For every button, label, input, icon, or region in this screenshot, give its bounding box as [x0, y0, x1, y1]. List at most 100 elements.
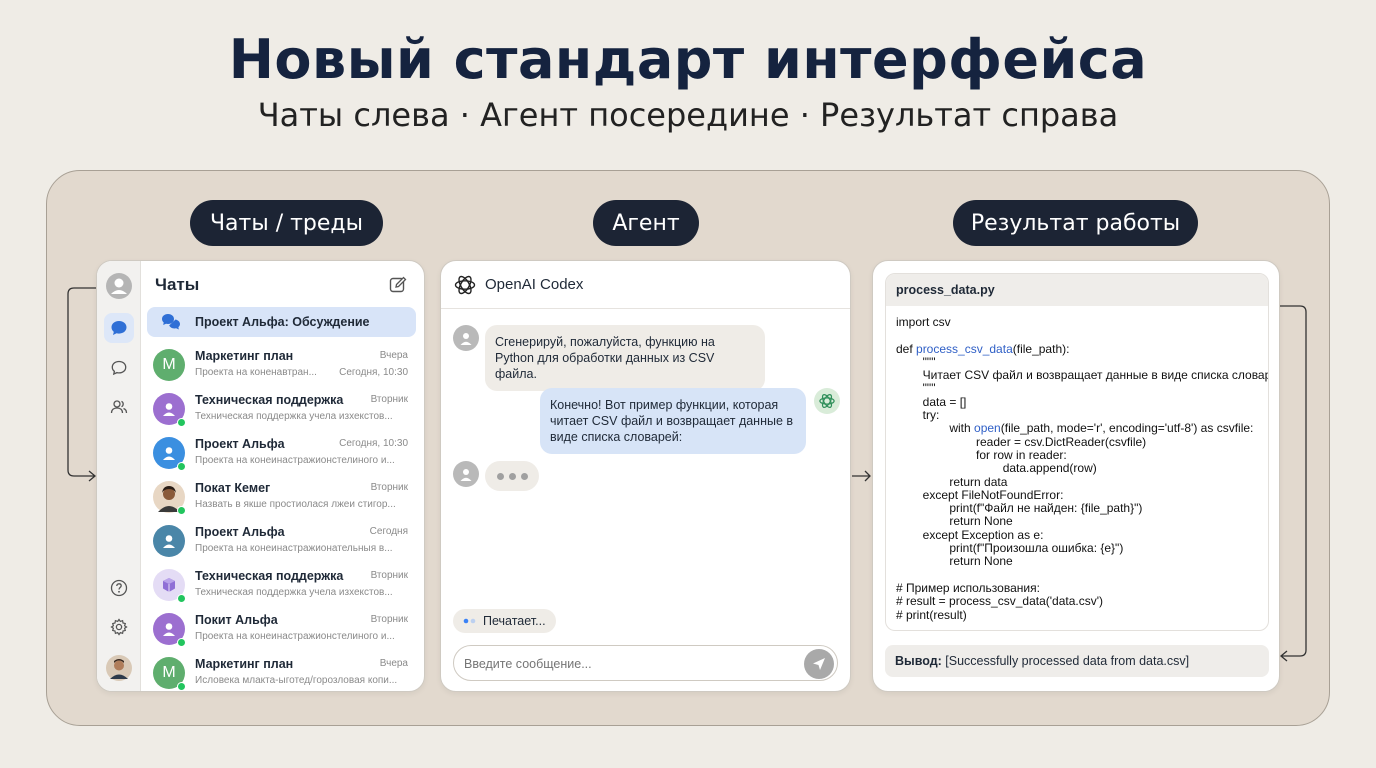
chat-item[interactable]: Покат Кемег Вторник Назвать в якше прост… — [147, 475, 416, 519]
code-line: data.append(row) — [896, 462, 1258, 475]
chat-time: Вторник — [370, 570, 408, 581]
send-button[interactable] — [804, 649, 834, 679]
code-line: except Exception as e: — [896, 527, 1258, 542]
chat-item-label: Проект Альфа: Обсуждение — [195, 315, 370, 329]
chat-item-selected[interactable]: Проект Альфа: Обсуждение — [147, 307, 416, 337]
typing-indicator — [485, 461, 539, 491]
chat-preview: Техническая поддержка учела изхекстов... — [195, 411, 393, 422]
left-loop-arrow — [67, 287, 97, 482]
code-text: try: — [896, 408, 940, 423]
output-label: Вывод: — [895, 654, 942, 668]
code-line: print(f"Произошла ошибка: {e}") — [896, 541, 1258, 556]
chats-title: Чаты — [155, 275, 200, 294]
chat-time: Сегодня — [369, 526, 408, 537]
chats-section-label: Чаты / треды — [190, 200, 383, 246]
chat-name: Техническая поддержка — [195, 569, 344, 583]
code-text: # Пример использования: — [896, 580, 1040, 595]
result-section-label: Результат работы — [953, 200, 1198, 246]
code-text: except FileNotFoundError: — [896, 487, 1064, 502]
nav-rail — [97, 261, 141, 691]
typing-status-label: Печатает... — [483, 614, 546, 628]
code-line: with open(file_path, mode='r', encoding=… — [896, 422, 1258, 435]
chat-item[interactable]: Техническая поддержка Вторник Техническа… — [147, 387, 416, 431]
code-card: process_data.py import csv def process_c… — [885, 273, 1269, 631]
agent-header: OpenAI Codex — [441, 261, 850, 309]
code-text: """ — [896, 354, 936, 369]
code-text: except Exception as e: — [896, 527, 1044, 542]
online-indicator — [177, 638, 186, 647]
user-avatar-icon — [453, 325, 479, 351]
code-text: (file_path): — [1012, 341, 1070, 356]
chat-preview: Проекта на конеинастражионстелиного и... — [195, 631, 395, 642]
agent-section-label: Агент — [593, 200, 699, 246]
chat-time: Сегодня, 10:30 — [339, 438, 408, 449]
chat-time: Вчера — [379, 350, 408, 361]
avatar — [153, 525, 185, 557]
chat-icon[interactable] — [104, 313, 134, 343]
chat-name: Покат Кемег — [195, 481, 271, 495]
code-text: # result = process_csv_data('data.csv') — [896, 594, 1104, 609]
code-line: return None — [896, 515, 1258, 528]
code-text: print(f"Файл не найден: {file_path}") — [896, 501, 1143, 516]
code-line: Читает CSV файл и возвращает данные в ви… — [896, 369, 1268, 382]
chat-name: Проект Альфа — [195, 525, 285, 539]
code-line: try: — [896, 408, 1258, 423]
code-line: return data — [896, 474, 1258, 489]
assistant-avatar-icon — [814, 388, 840, 414]
user-message: Сгенерируй, пожалуйста, функцию на Pytho… — [485, 325, 765, 391]
profile-icon[interactable] — [104, 271, 134, 301]
message-input-box[interactable] — [453, 645, 838, 681]
code-line: except FileNotFoundError: — [896, 487, 1258, 502]
code-line: # print(result) — [896, 608, 1258, 622]
user-avatar[interactable] — [104, 653, 134, 683]
right-loop-arrow — [1279, 305, 1307, 662]
hero-title: Новый стандарт интерфейса — [228, 28, 1148, 91]
code-text: (file_path, mode='r', encoding='utf-8') … — [1000, 421, 1254, 436]
agent-to-result-arrow — [852, 470, 871, 482]
agent-title: OpenAI Codex — [485, 276, 584, 293]
send-icon — [813, 658, 825, 670]
code-text: with — [896, 421, 975, 436]
code-text: print(f"Произошла ошибка: {e}") — [896, 541, 1124, 556]
chat-time: Вторник — [370, 394, 408, 405]
code-text: """ — [896, 381, 936, 396]
code-filename: process_data.py — [886, 274, 1268, 306]
chat-name: Маркетинг план — [195, 349, 294, 363]
code-text: return None — [896, 514, 1013, 529]
chat-item[interactable]: Проект Альфа Сегодня Проекта на конеинас… — [147, 519, 416, 563]
chat-preview: Проекта на конеинастражионательныя в... — [195, 543, 393, 554]
chat-name: Покит Альфа — [195, 613, 278, 627]
code-line: reader = csv.DictReader(csvfile) — [896, 434, 1258, 449]
message-input[interactable] — [464, 654, 794, 674]
result-panel: process_data.py import csv def process_c… — [872, 260, 1280, 692]
settings-icon[interactable] — [104, 612, 134, 642]
chat-preview: Проекта на коненавтран... — [195, 367, 317, 378]
online-indicator — [177, 418, 186, 427]
code-text: return data — [896, 474, 1008, 489]
online-indicator — [177, 682, 186, 691]
chat-preview: Техническая поддержка учела изхекстов... — [195, 587, 393, 598]
compose-icon[interactable] — [388, 275, 408, 295]
code-text: reader = csv.DictReader(csvfile) — [896, 434, 1147, 449]
chat-item[interactable]: Техническая поддержка Вторник Техническа… — [147, 563, 416, 607]
code-text: for row in reader: — [896, 447, 1067, 462]
contacts-icon[interactable] — [104, 392, 134, 422]
chat-item[interactable]: M Маркетинг план Вчера Проекта на конена… — [147, 343, 416, 387]
chat-preview: Проекта на конеинастражионстелиного и... — [195, 455, 395, 466]
code-line: # Пример использования: — [896, 580, 1258, 595]
chat-item[interactable]: M Маркетинг план Вчера Исловека млакта-ы… — [147, 651, 416, 691]
code-text: import csv — [896, 315, 951, 329]
code-line: def process_csv_data(file_path): — [896, 341, 1258, 356]
chats-panel: Чаты Проект Альфа: Обсуждение M Маркетин… — [96, 260, 425, 692]
output-box: Вывод: [Successfully processed data from… — [885, 645, 1269, 677]
chat-preview: Назвать в якше простиолася лжеи стигор..… — [195, 499, 396, 510]
chat-list: Проект Альфа: Обсуждение M Маркетинг пла… — [147, 307, 416, 691]
help-icon[interactable] — [104, 573, 134, 603]
chat-name: Проект Альфа — [195, 437, 285, 451]
chat-item[interactable]: Покит Альфа Вторник Проекта на конеинаст… — [147, 607, 416, 651]
chat-item[interactable]: Проект Альфа Сегодня, 10:30 Проекта на к… — [147, 431, 416, 475]
message-icon[interactable] — [104, 353, 134, 383]
online-indicator — [177, 506, 186, 515]
